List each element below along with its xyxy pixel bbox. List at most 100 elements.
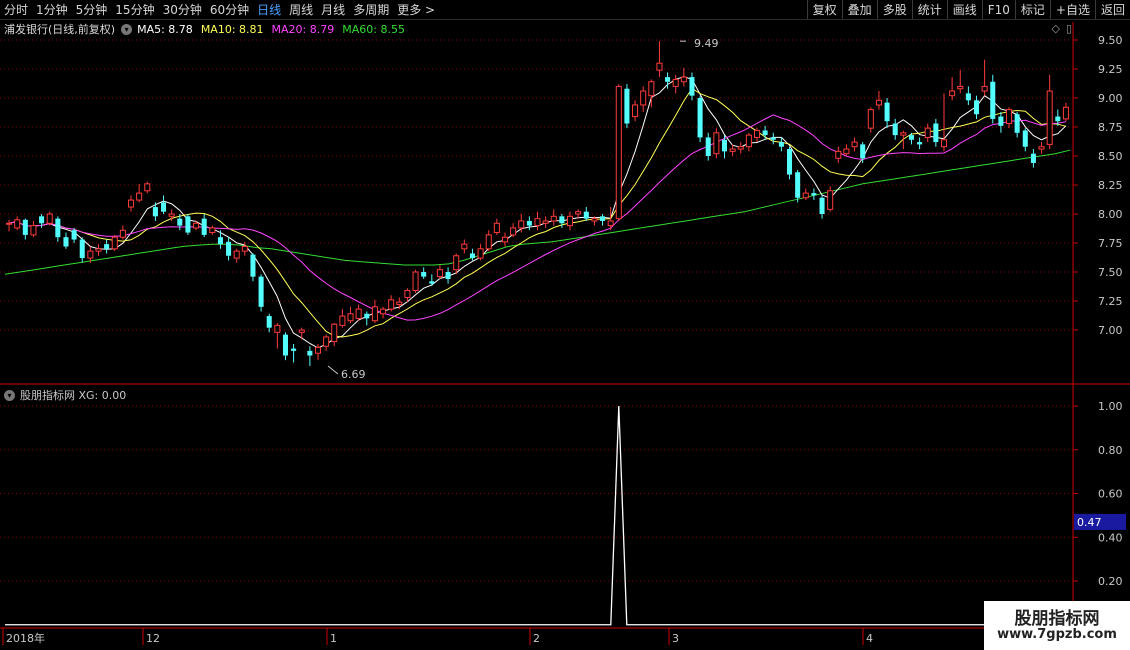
candle-body [721,139,728,152]
candle-body [185,216,191,233]
candle [981,59,988,96]
candle-body [291,348,297,351]
candle [22,218,28,240]
candle-body [875,99,882,106]
candle-body [429,281,435,284]
date-label: 2 [533,632,540,645]
candle-body [436,269,443,278]
candle-body [933,123,939,143]
candle [380,306,387,319]
candle-body [510,227,517,236]
candle-body [998,116,1004,126]
candle [787,146,793,180]
indicator-tick-labels: 1.00 0.80 0.60 0.40 0.20 0.47 [1074,400,1126,588]
candle [689,72,695,101]
candle-body [469,253,475,259]
candle [1046,74,1053,150]
candle [957,70,964,94]
watermark-url: www.7gpzb.com [997,627,1117,642]
indicator-current-value: 0.47 [1077,516,1102,529]
candle [924,123,931,143]
candle-body [811,193,817,196]
candle [6,219,13,232]
candle-body [802,192,809,199]
high-label: 9.49 [694,37,719,50]
candle [371,299,378,324]
candle-body [209,227,216,234]
candle [388,295,395,312]
candle [697,95,703,143]
candle [323,334,330,351]
candle [721,135,728,159]
candle [461,239,468,254]
candle-body [973,100,980,115]
candle [412,269,419,293]
candle-body [347,313,354,322]
candle [843,144,850,156]
price-tick-label: 9.25 [1098,63,1123,76]
candle [973,95,980,119]
candle [884,98,890,129]
candle-body [1022,130,1028,147]
candle-body [697,98,703,138]
candle-body [534,218,541,227]
candle [339,309,346,328]
candle-body [250,254,256,277]
candle [250,253,256,282]
candle-body [559,216,565,224]
candle-body [713,132,720,155]
date-labels: 2018年 12 1 2 3 4 [2,628,873,645]
candle-body [607,220,614,227]
candle-body [908,135,914,140]
candle-body [63,237,69,247]
price-tick-label: 7.00 [1098,324,1123,337]
candle-body [241,245,248,252]
candle [835,146,842,163]
candle-body [6,222,13,225]
candle-body [1014,114,1020,133]
candle-body [477,248,484,259]
candle [161,195,167,214]
candle [355,304,362,321]
candle [672,74,679,94]
candle-body [79,239,85,259]
candle [217,230,223,249]
candle [615,84,622,221]
candle-body [526,220,532,226]
price-tick-label: 9.50 [1098,34,1123,47]
kline-chart[interactable]: 9.50 9.25 9.00 8.75 8.50 8.25 8.00 7.75 7.50 7.25… [0,0,1130,650]
candle-body [648,81,655,97]
candle [282,332,288,361]
candle-body [30,225,37,236]
candle [144,181,151,194]
candle-body [493,222,500,234]
candle-body [87,250,94,259]
candle-body [314,346,322,354]
candle [1030,149,1036,168]
candle [795,169,801,203]
candle-body [827,190,834,210]
candles [6,41,1069,366]
candle [1022,128,1028,152]
candle-body [307,350,313,356]
candle-body [14,219,21,229]
indicator-tick-label: 0.80 [1098,444,1123,457]
candle-body [1055,116,1061,122]
candle [640,86,647,112]
candle-body [226,241,232,256]
candle [314,343,322,361]
candle-body [501,236,509,243]
candle [291,343,297,363]
candle [119,225,126,240]
candle-body [258,276,264,307]
candle [753,128,761,143]
price-tick-label: 8.50 [1098,150,1123,163]
candle-body [940,139,948,148]
candle-body [656,62,663,71]
candle [104,239,110,254]
candle [298,327,305,340]
candle-body [177,218,183,226]
candle [226,237,232,261]
candle [770,132,776,145]
candle-body [665,77,671,82]
